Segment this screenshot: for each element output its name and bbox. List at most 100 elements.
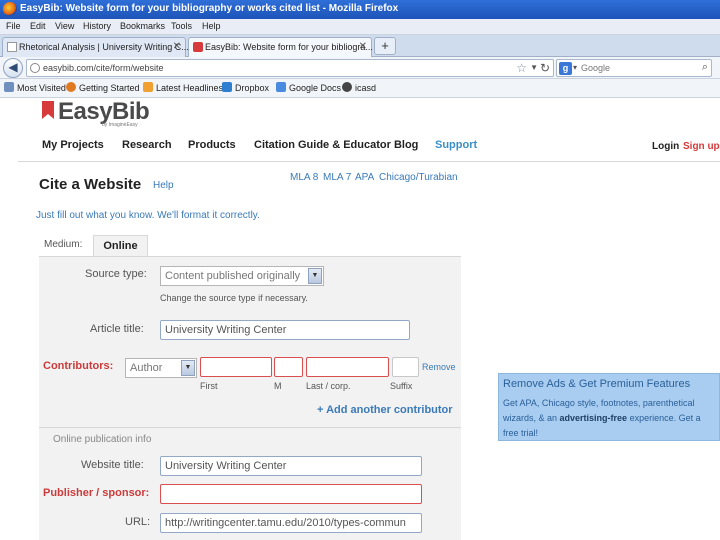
page-title: Cite a Website — [39, 176, 142, 193]
style-chicago[interactable]: Chicago/Turabian — [379, 172, 458, 183]
publisher-label: Publisher / sponsor: — [43, 487, 150, 499]
chevron-down-icon[interactable]: ▾ — [573, 63, 577, 72]
tagline: Just fill out what you know. We'll forma… — [36, 210, 260, 221]
tab-rhetorical-analysis[interactable]: Rhetorical Analysis | University Writing… — [2, 37, 189, 57]
search-bar[interactable]: g ▾ Google ⌕ — [556, 59, 712, 77]
contributor-first-input[interactable] — [200, 357, 272, 377]
online-info-heading: Online publication info — [53, 434, 152, 445]
bookmark-google-docs[interactable]: Google Docs — [276, 82, 341, 93]
style-mla8[interactable]: MLA 8 — [290, 172, 318, 183]
tab-label: EasyBib: Website form for your bibliogra… — [205, 42, 373, 52]
google-docs-icon — [276, 82, 286, 92]
source-type-value: Content published originally — [165, 270, 301, 282]
reload-icon[interactable]: ↻ — [540, 61, 550, 75]
remove-contributor-link[interactable]: Remove — [422, 362, 456, 372]
tab-online[interactable]: Online — [93, 235, 148, 257]
bookmark-label: Getting Started — [79, 83, 140, 93]
bookmark-icasd[interactable]: icasd — [342, 82, 376, 93]
close-tab-icon[interactable]: ✕ — [173, 41, 181, 52]
tab-bar: Rhetorical Analysis | University Writing… — [0, 35, 720, 57]
bookmark-most-visited[interactable]: Most Visited — [4, 82, 66, 93]
window-title: EasyBib: Website form for your bibliogra… — [20, 3, 399, 14]
contributor-role-select[interactable]: Author ▼ — [125, 358, 197, 378]
chevron-down-icon: ▼ — [181, 360, 195, 376]
bookmarks-bar: Most Visited Getting Started Latest Head… — [0, 79, 720, 98]
search-icon[interactable]: ⌕ — [702, 61, 708, 74]
article-title-input[interactable]: University Writing Center — [160, 320, 410, 340]
nav-support[interactable]: Support — [435, 139, 477, 151]
bookmark-label: Most Visited — [17, 83, 66, 93]
bookmark-label: Dropbox — [235, 83, 270, 93]
nav-research[interactable]: Research — [122, 139, 172, 151]
page-icon — [7, 42, 17, 52]
suffix-sublabel: Suffix — [390, 381, 413, 391]
tab-label: Rhetorical Analysis | University Writing… — [19, 42, 189, 52]
search-placeholder: Google — [581, 63, 611, 73]
easybib-bookmark-icon — [42, 101, 54, 119]
menu-help[interactable]: Help — [202, 21, 221, 31]
menu-view[interactable]: View — [55, 21, 74, 31]
premium-promo[interactable]: Remove Ads & Get Premium Features Get AP… — [498, 373, 720, 441]
url-input[interactable]: http://writingcenter.tamu.edu/2010/types… — [160, 513, 422, 533]
website-title-label: Website title: — [81, 459, 144, 471]
contributor-role-value: Author — [130, 362, 163, 374]
promo-heading: Remove Ads & Get Premium Features — [503, 378, 691, 390]
menu-history[interactable]: History — [83, 21, 111, 31]
url-text: easybib.com/cite/form/website — [43, 63, 164, 73]
add-contributor-link[interactable]: + Add another contributor — [317, 404, 453, 416]
nav-my-projects[interactable]: My Projects — [42, 139, 104, 151]
easybib-favicon-icon — [193, 42, 203, 52]
bookmark-label: Latest Headlines — [156, 83, 224, 93]
menu-tools[interactable]: Tools — [171, 21, 192, 31]
menu-bar: File Edit View History Bookmarks Tools H… — [0, 19, 720, 35]
login-link[interactable]: Login — [652, 141, 679, 152]
article-title-label: Article title: — [90, 323, 144, 335]
source-type-select[interactable]: Content published originally ▼ — [160, 266, 324, 286]
tab-easybib[interactable]: EasyBib: Website form for your bibliogra… — [188, 37, 373, 57]
firefox-icon — [66, 82, 76, 92]
contributor-last-input[interactable] — [306, 357, 389, 377]
promo-text: Get APA, Chicago style, footnotes, paren… — [503, 396, 717, 441]
bookmark-latest-headlines[interactable]: Latest Headlines — [143, 82, 223, 93]
back-button[interactable]: ◀ — [3, 58, 23, 78]
chevron-down-icon[interactable]: ▼ — [530, 63, 538, 72]
signup-link[interactable]: Sign up — [683, 141, 720, 152]
middle-sublabel: M — [274, 381, 282, 391]
citation-form: Source type: Content published originall… — [39, 256, 461, 540]
promo-text-bold: advertising-free — [559, 413, 628, 423]
google-icon[interactable]: g — [559, 62, 572, 75]
url-label: URL: — [125, 516, 151, 528]
bookmark-star-icon[interactable]: ☆ — [516, 61, 527, 75]
last-sublabel: Last / corp. — [306, 381, 351, 391]
style-apa[interactable]: APA — [355, 172, 374, 183]
dropbox-icon — [222, 82, 232, 92]
rss-icon — [143, 82, 153, 92]
url-bar[interactable]: easybib.com/cite/form/website ☆ ▼ ↻ — [26, 59, 554, 77]
new-tab-button[interactable]: + — [374, 37, 396, 55]
publisher-input[interactable] — [160, 484, 422, 504]
contributor-middle-input[interactable] — [274, 357, 303, 377]
chevron-down-icon: ▼ — [308, 268, 322, 284]
contributors-label: Contributors: — [43, 360, 114, 372]
style-mla7[interactable]: MLA 7 — [323, 172, 351, 183]
menu-file[interactable]: File — [6, 21, 21, 31]
medium-label: Medium: — [44, 239, 83, 250]
menu-bookmarks[interactable]: Bookmarks — [120, 21, 165, 31]
nav-products[interactable]: Products — [188, 139, 236, 151]
bookmark-dropbox[interactable]: Dropbox — [222, 82, 269, 93]
first-sublabel: First — [200, 381, 218, 391]
source-type-label: Source type: — [85, 268, 147, 280]
nav-citation-guide[interactable]: Citation Guide & Educator Blog — [254, 139, 418, 151]
website-title-input[interactable]: University Writing Center — [160, 456, 422, 476]
help-link[interactable]: Help — [153, 180, 174, 191]
site-nav: My Projects Research Products Citation G… — [18, 132, 720, 162]
bookmark-getting-started[interactable]: Getting Started — [66, 82, 140, 93]
menu-edit[interactable]: Edit — [30, 21, 46, 31]
navigation-bar: ◀ easybib.com/cite/form/website ☆ ▼ ↻ g … — [0, 57, 720, 79]
close-tab-icon[interactable]: ✕ — [359, 41, 367, 52]
globe-icon — [30, 63, 40, 73]
firefox-logo-icon — [3, 2, 17, 16]
contributor-suffix-input[interactable] — [392, 357, 419, 377]
logo-subtitle: by ImagineEasy — [102, 122, 138, 128]
bookmark-label: icasd — [355, 83, 377, 93]
